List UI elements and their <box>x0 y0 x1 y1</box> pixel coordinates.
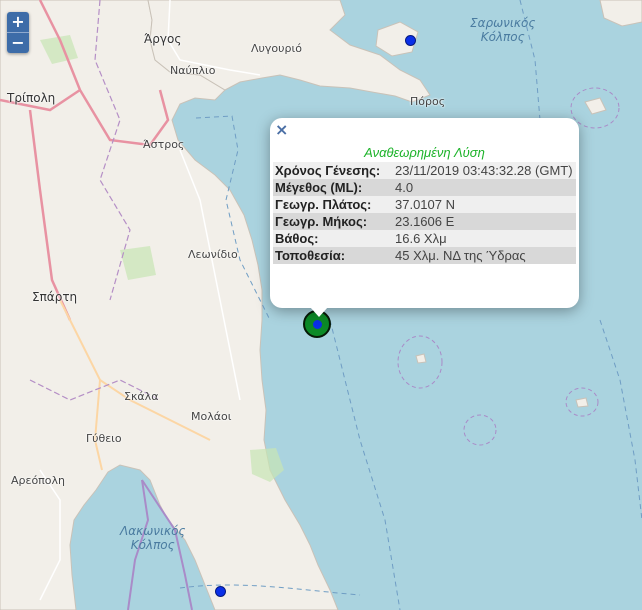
detail-label: Χρόνος Γένεσης: <box>273 162 393 179</box>
sea-label-laconian-gulf: Λακωνικός Κόλπος <box>120 524 186 552</box>
place-label-skala: Σκάλα <box>124 390 159 403</box>
detail-label: Γεωγρ. Πλάτος: <box>273 196 393 213</box>
detail-label: Μέγεθος (ML): <box>273 179 393 196</box>
sea-lane <box>599 319 642 521</box>
place-label-tripoli: Τρίπολη <box>7 91 56 105</box>
place-label-poros: Πόρος <box>410 95 446 108</box>
table-row: Βάθος: 16.6 Χλμ <box>273 230 576 247</box>
zoom-out-button[interactable]: − <box>7 32 29 53</box>
zoom-control: + − <box>7 12 29 53</box>
detail-label: Τοποθεσία: <box>273 247 393 264</box>
detail-value: 23/11/2019 03:43:32.28 (GMT) <box>393 162 576 179</box>
small-islet <box>575 397 589 408</box>
detail-label: Βάθος: <box>273 230 393 247</box>
detail-value: 37.0107 N <box>393 196 576 213</box>
place-label-leonidio: Λεωνίδιο <box>188 248 238 261</box>
place-label-gytheio: Γύθειο <box>86 432 122 445</box>
sea-lane <box>463 414 497 446</box>
table-row: Τοποθεσία: 45 Χλμ. ΝΔ της Ύδρας <box>273 247 576 264</box>
table-row: Μέγεθος (ML): 4.0 <box>273 179 576 196</box>
place-label-nafplio: Ναύπλιο <box>170 64 216 77</box>
detail-value: 16.6 Χλμ <box>393 230 576 247</box>
detail-value: 4.0 <box>393 179 576 196</box>
detail-value: 23.1606 E <box>393 213 576 230</box>
place-label-astros: Άστρος <box>143 138 185 151</box>
earthquake-marker-core <box>313 320 322 329</box>
land-island-top-right <box>599 0 642 27</box>
popup-close-button[interactable]: × <box>275 122 288 138</box>
sea-label-saronic-gulf: Σαρωνικός Κόλπος <box>470 16 536 44</box>
earthquake-details-table: Χρόνος Γένεσης: 23/11/2019 03:43:32.28 (… <box>273 162 576 264</box>
place-label-molaoi: Μολάοι <box>191 410 232 423</box>
place-label-argos: Άργος <box>144 32 182 46</box>
land-island-small <box>584 97 607 115</box>
earthquake-marker-small[interactable] <box>215 586 226 597</box>
popup-tip <box>310 307 328 317</box>
popup-title: Αναθεωρημένη Λύση <box>364 145 485 160</box>
zoom-in-button[interactable]: + <box>7 12 29 32</box>
map-view[interactable]: Άργος Ναύπλιο Λυγουριό Τρίπολη Πόρος Άστ… <box>0 0 642 610</box>
place-label-areopoli: Αρεόπολη <box>11 474 66 487</box>
detail-value: 45 Χλμ. ΝΔ της Ύδρας <box>393 247 576 264</box>
sea-lane <box>329 319 401 610</box>
table-row: Χρόνος Γένεσης: 23/11/2019 03:43:32.28 (… <box>273 162 576 179</box>
earthquake-info-popup: × Αναθεωρημένη Λύση Χρόνος Γένεσης: 23/1… <box>270 118 579 317</box>
detail-label: Γεωγρ. Μήκος: <box>273 213 393 230</box>
table-row: Γεωγρ. Πλάτος: 37.0107 N <box>273 196 576 213</box>
earthquake-marker-small[interactable] <box>405 35 416 46</box>
small-islet <box>415 353 427 364</box>
place-label-sparti: Σπάρτη <box>32 290 78 304</box>
table-row: Γεωγρ. Μήκος: 23.1606 E <box>273 213 576 230</box>
place-label-lygourio: Λυγουριό <box>251 42 302 55</box>
